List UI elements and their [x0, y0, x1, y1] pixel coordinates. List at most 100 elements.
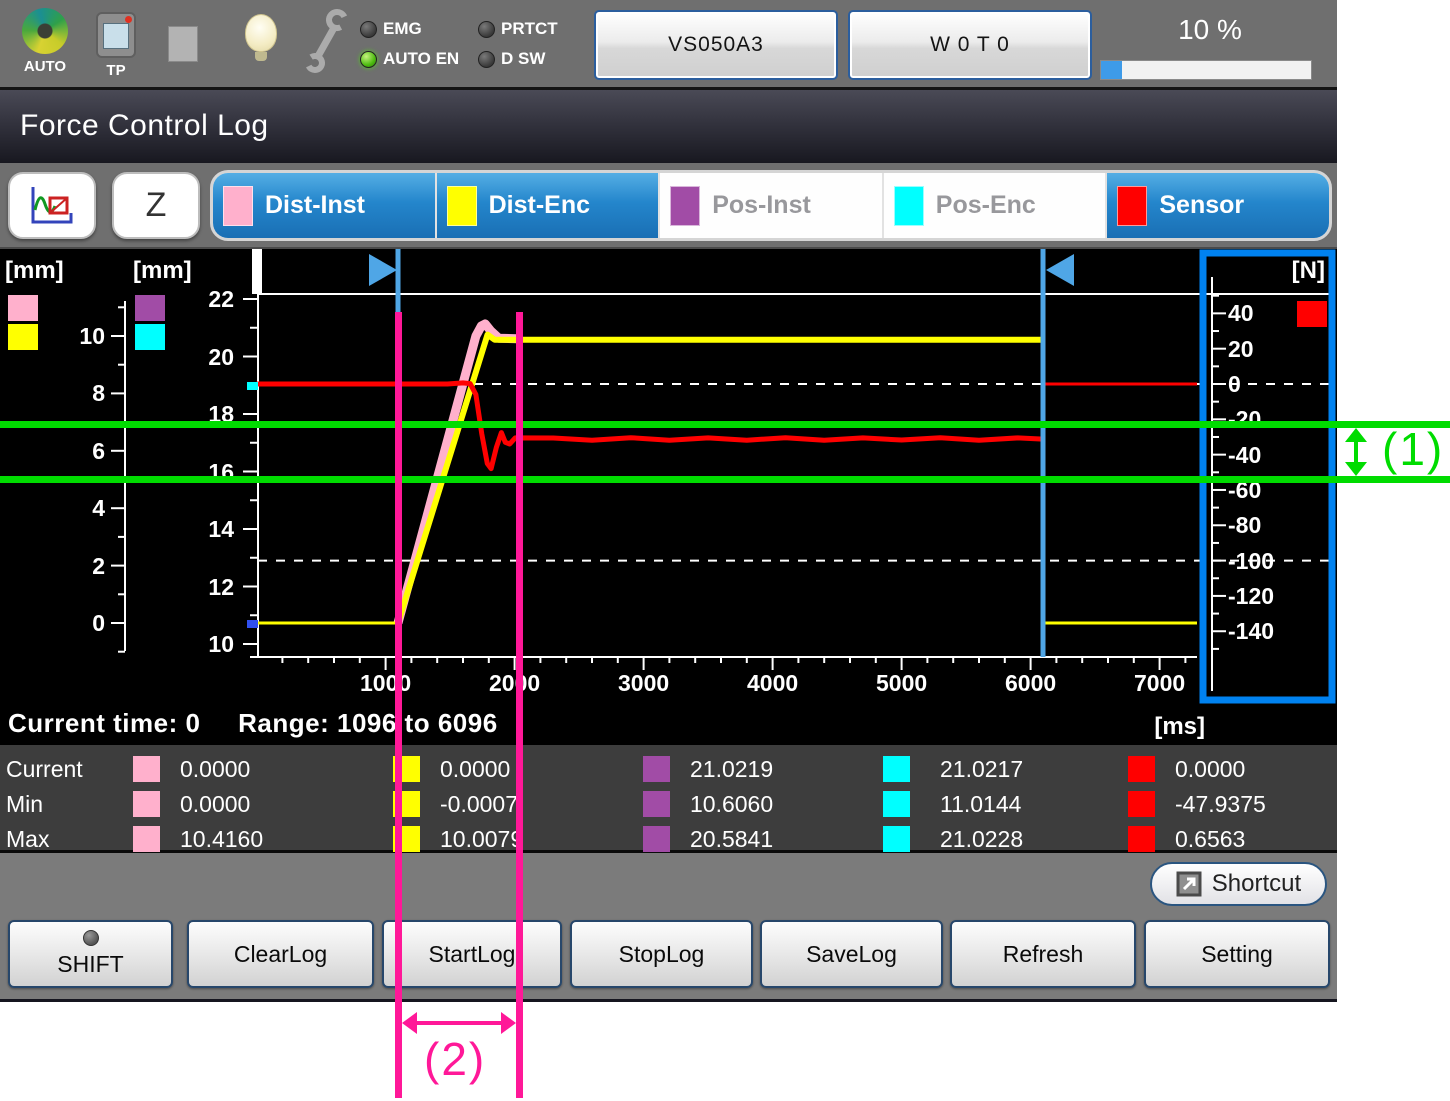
force-unit-label: [N] [1240, 257, 1325, 285]
stoplog-button[interactable]: StopLog [570, 920, 753, 988]
cell-color-swatch [883, 791, 910, 817]
shortcut-label: Shortcut [1212, 870, 1301, 898]
row-label: Current [6, 755, 83, 783]
status-line: Current time: 0 Range: 1096 to 6096 [8, 708, 498, 739]
savelog-button[interactable]: SaveLog [760, 920, 943, 988]
bottom-bar: Shortcut SHIFT ClearLog StartLogStopLog Sav… [0, 853, 1337, 1002]
annotation-label-2: (2) [424, 1032, 486, 1086]
cell-value: 10.0079 [440, 825, 523, 853]
indicator-auto-en: AUTO EN [360, 44, 478, 74]
cell-color-swatch [643, 826, 670, 852]
cell-value: 11.0144 [940, 790, 1021, 818]
row-label: Min [6, 790, 43, 818]
teach-pendant-app: AUTO TP EMG PRTCT AUTO END SW VS050A3 W 0 … [0, 0, 1337, 1002]
setting-button[interactable]: Setting [1144, 920, 1330, 988]
mm-inner-unit-label: [mm] [133, 257, 192, 285]
cell-color-swatch [883, 826, 910, 852]
range-label: Range: 1096 to 6096 [238, 708, 498, 738]
clearlog-button[interactable]: ClearLog [187, 920, 374, 988]
work-tool-button[interactable]: W 0 T 0 [848, 10, 1092, 80]
zoom-z-button[interactable]: Z [112, 172, 200, 239]
force-tick-label: -100 [1228, 548, 1274, 574]
mm-outer-tick-label: 4 [45, 495, 105, 521]
force-tick-label: 40 [1228, 300, 1254, 326]
mm-inner-tick-label: 20 [174, 344, 234, 370]
legend-tab-sensor[interactable]: Sensor [1107, 173, 1329, 238]
force-tick-label: 20 [1228, 336, 1254, 362]
mm-inner-tick-label: 12 [174, 574, 234, 600]
legend-tab-pos-inst[interactable]: Pos-Inst [660, 173, 884, 238]
legend-tab-dist-enc[interactable]: Dist-Enc [437, 173, 661, 238]
indicator-label: EMG [383, 19, 422, 39]
button-label: ClearLog [234, 941, 327, 968]
led-icon [360, 51, 377, 68]
refresh-button[interactable]: Refresh [950, 920, 1136, 988]
legend-tab-pos-enc[interactable]: Pos-Enc [884, 173, 1108, 238]
teach-pendant-icon[interactable] [96, 12, 136, 58]
x-tick-label: 3000 [599, 670, 689, 696]
series-dist-inst [398, 324, 522, 623]
auto-mode-label: AUTO [18, 58, 72, 75]
tp-label: TP [96, 62, 136, 79]
series-color-swatch [894, 186, 924, 226]
indicator-prtct: PRTCT [478, 14, 590, 44]
series-value-table: Current0.00000.000021.021921.02170.0000M… [0, 745, 1337, 853]
shift-button[interactable]: SHIFT [8, 920, 173, 988]
x-axis-unit-label: [ms] [1120, 713, 1205, 741]
cell-color-swatch [883, 756, 910, 782]
graph-view-button[interactable] [8, 172, 96, 239]
cell-value: 21.0217 [940, 755, 1023, 783]
shortcut-button[interactable]: Shortcut [1150, 862, 1327, 906]
mm-outer-tick-label: 2 [45, 553, 105, 579]
annotation-green-line-top [0, 421, 1450, 428]
cell-value: 0.0000 [180, 790, 250, 818]
range-end-cursor-handle[interactable] [1046, 254, 1074, 286]
cell-value: 10.4160 [180, 825, 263, 853]
legend-tab-dist-inst[interactable]: Dist-Inst [213, 173, 437, 238]
indicator-d-sw: D SW [478, 44, 590, 74]
cell-color-swatch [133, 826, 160, 852]
pos-enc-axis-swatch [135, 324, 165, 350]
x-tick-label: 2000 [470, 670, 560, 696]
series-color-swatch [447, 186, 477, 226]
mm-outer-tick-label: 10 [45, 323, 105, 349]
annotation-label-1: (1) [1382, 422, 1444, 476]
startlog-button[interactable]: StartLog [382, 920, 562, 988]
mm-outer-tick-label: 8 [45, 380, 105, 406]
cell-value: 0.0000 [1175, 755, 1245, 783]
legend-bar: Z Dist-InstDist-Enc Pos-Inst Pos-EncSensor [0, 163, 1337, 247]
wrench-icon[interactable] [303, 8, 349, 79]
range-start-cursor-handle[interactable] [369, 254, 397, 286]
auto-mode-icon[interactable] [22, 8, 68, 54]
x-tick-label: 5000 [857, 670, 947, 696]
legend-tab-label: Pos-Inst [712, 191, 811, 220]
teach-pendant-led [125, 16, 132, 23]
speed-progress-fill [1101, 61, 1122, 79]
robot-type-button[interactable]: VS050A3 [594, 10, 838, 80]
lamp-icon[interactable] [245, 14, 277, 52]
table-row-current: Current0.00000.000021.021921.02170.0000 [0, 755, 1337, 785]
table-row-max: Max10.416010.007920.584121.02280.6563 [0, 825, 1337, 855]
stop-square-icon[interactable] [168, 26, 198, 62]
cell-value: 0.0000 [440, 755, 510, 783]
cell-color-swatch [643, 791, 670, 817]
cell-value: 0.6563 [1175, 825, 1245, 853]
current-time-label: Current time: 0 [8, 708, 200, 738]
speed-progress-bar [1100, 60, 1312, 80]
force-control-chart: [mm] [mm] [N] [ms] Current time: 0 Range… [0, 247, 1337, 745]
x-tick-label: 7000 [1115, 670, 1205, 696]
cell-color-swatch [133, 756, 160, 782]
indicator-label: PRTCT [501, 19, 558, 39]
scroll-thumb[interactable] [252, 249, 262, 294]
force-tick-label: -80 [1228, 512, 1261, 538]
cell-color-swatch [133, 791, 160, 817]
series-color-swatch [223, 186, 253, 226]
mm-outer-tick-label: 0 [45, 610, 105, 636]
force-tick-label: -140 [1228, 618, 1274, 644]
cell-value: 10.6060 [690, 790, 773, 818]
cell-value: -0.0007 [440, 790, 518, 818]
mm-outer-tick-label: 6 [45, 438, 105, 464]
series-color-swatch [1117, 186, 1147, 226]
button-label: SaveLog [806, 941, 897, 968]
force-tick-label: -40 [1228, 442, 1261, 468]
